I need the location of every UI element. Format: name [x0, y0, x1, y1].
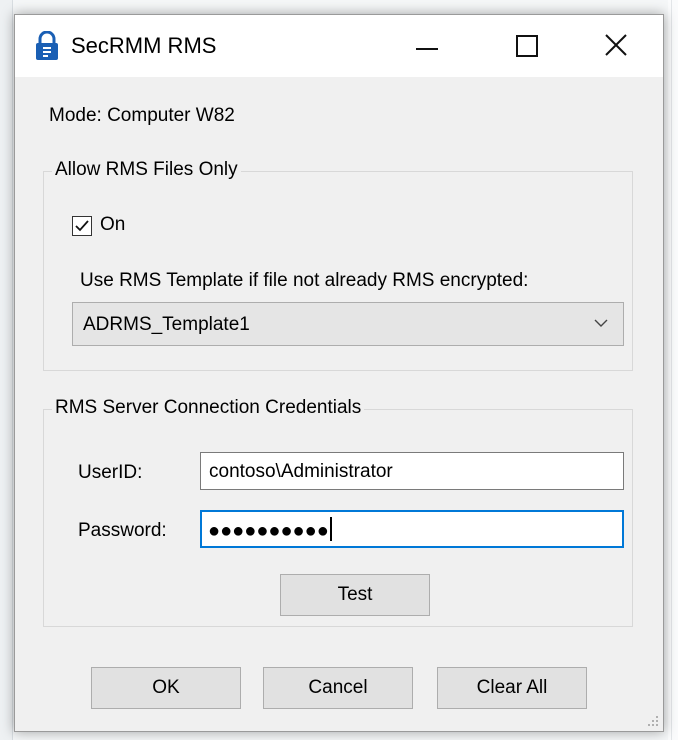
title-bar[interactable]: SecRMM RMS [15, 15, 663, 77]
userid-label: UserID: [78, 462, 143, 483]
lock-shield-icon [36, 31, 58, 60]
ok-button[interactable]: OK [91, 667, 241, 709]
password-label: Password: [78, 520, 167, 541]
checkmark-icon [75, 220, 89, 232]
clear-all-button[interactable]: Clear All [437, 667, 587, 709]
close-icon [605, 34, 627, 56]
maximize-button[interactable] [491, 15, 561, 77]
template-label: Use RMS Template if file not already RMS… [80, 270, 529, 291]
on-checkbox-label[interactable]: On [100, 214, 125, 236]
userid-value: contoso\Administrator [209, 461, 393, 482]
close-button[interactable] [581, 15, 651, 77]
rms-credentials-group: RMS Server Connection Credentials UserID… [43, 397, 633, 627]
secrmm-rms-dialog: SecRMM RMS Mode: Computer W82 Allow RMS … [14, 14, 664, 732]
template-selected-value: ADRMS_Template1 [83, 314, 250, 335]
mode-label: Mode: Computer W82 [49, 105, 235, 126]
allow-rms-files-group: Allow RMS Files Only On Use RMS Template… [43, 159, 633, 371]
on-checkbox[interactable] [72, 216, 92, 236]
cancel-button[interactable]: Cancel [263, 667, 413, 709]
minimize-button[interactable] [391, 15, 461, 77]
background-right-strip [668, 0, 678, 740]
password-input[interactable]: ●●●●●●●●●● [200, 510, 624, 548]
userid-input[interactable]: contoso\Administrator [200, 452, 624, 490]
background-left-strip [0, 0, 13, 740]
chevron-down-icon [594, 319, 608, 327]
test-button[interactable]: Test [280, 574, 430, 616]
password-masked-value: ●●●●●●●●●● [208, 520, 329, 542]
resize-grip-icon[interactable] [645, 713, 659, 727]
window-title: SecRMM RMS [71, 33, 217, 58]
rms-template-dropdown[interactable]: ADRMS_Template1 [72, 302, 624, 346]
allow-rms-group-legend: Allow RMS Files Only [52, 159, 241, 181]
background-right-line [671, 0, 672, 740]
text-caret [329, 517, 332, 541]
credentials-group-legend: RMS Server Connection Credentials [52, 397, 365, 419]
